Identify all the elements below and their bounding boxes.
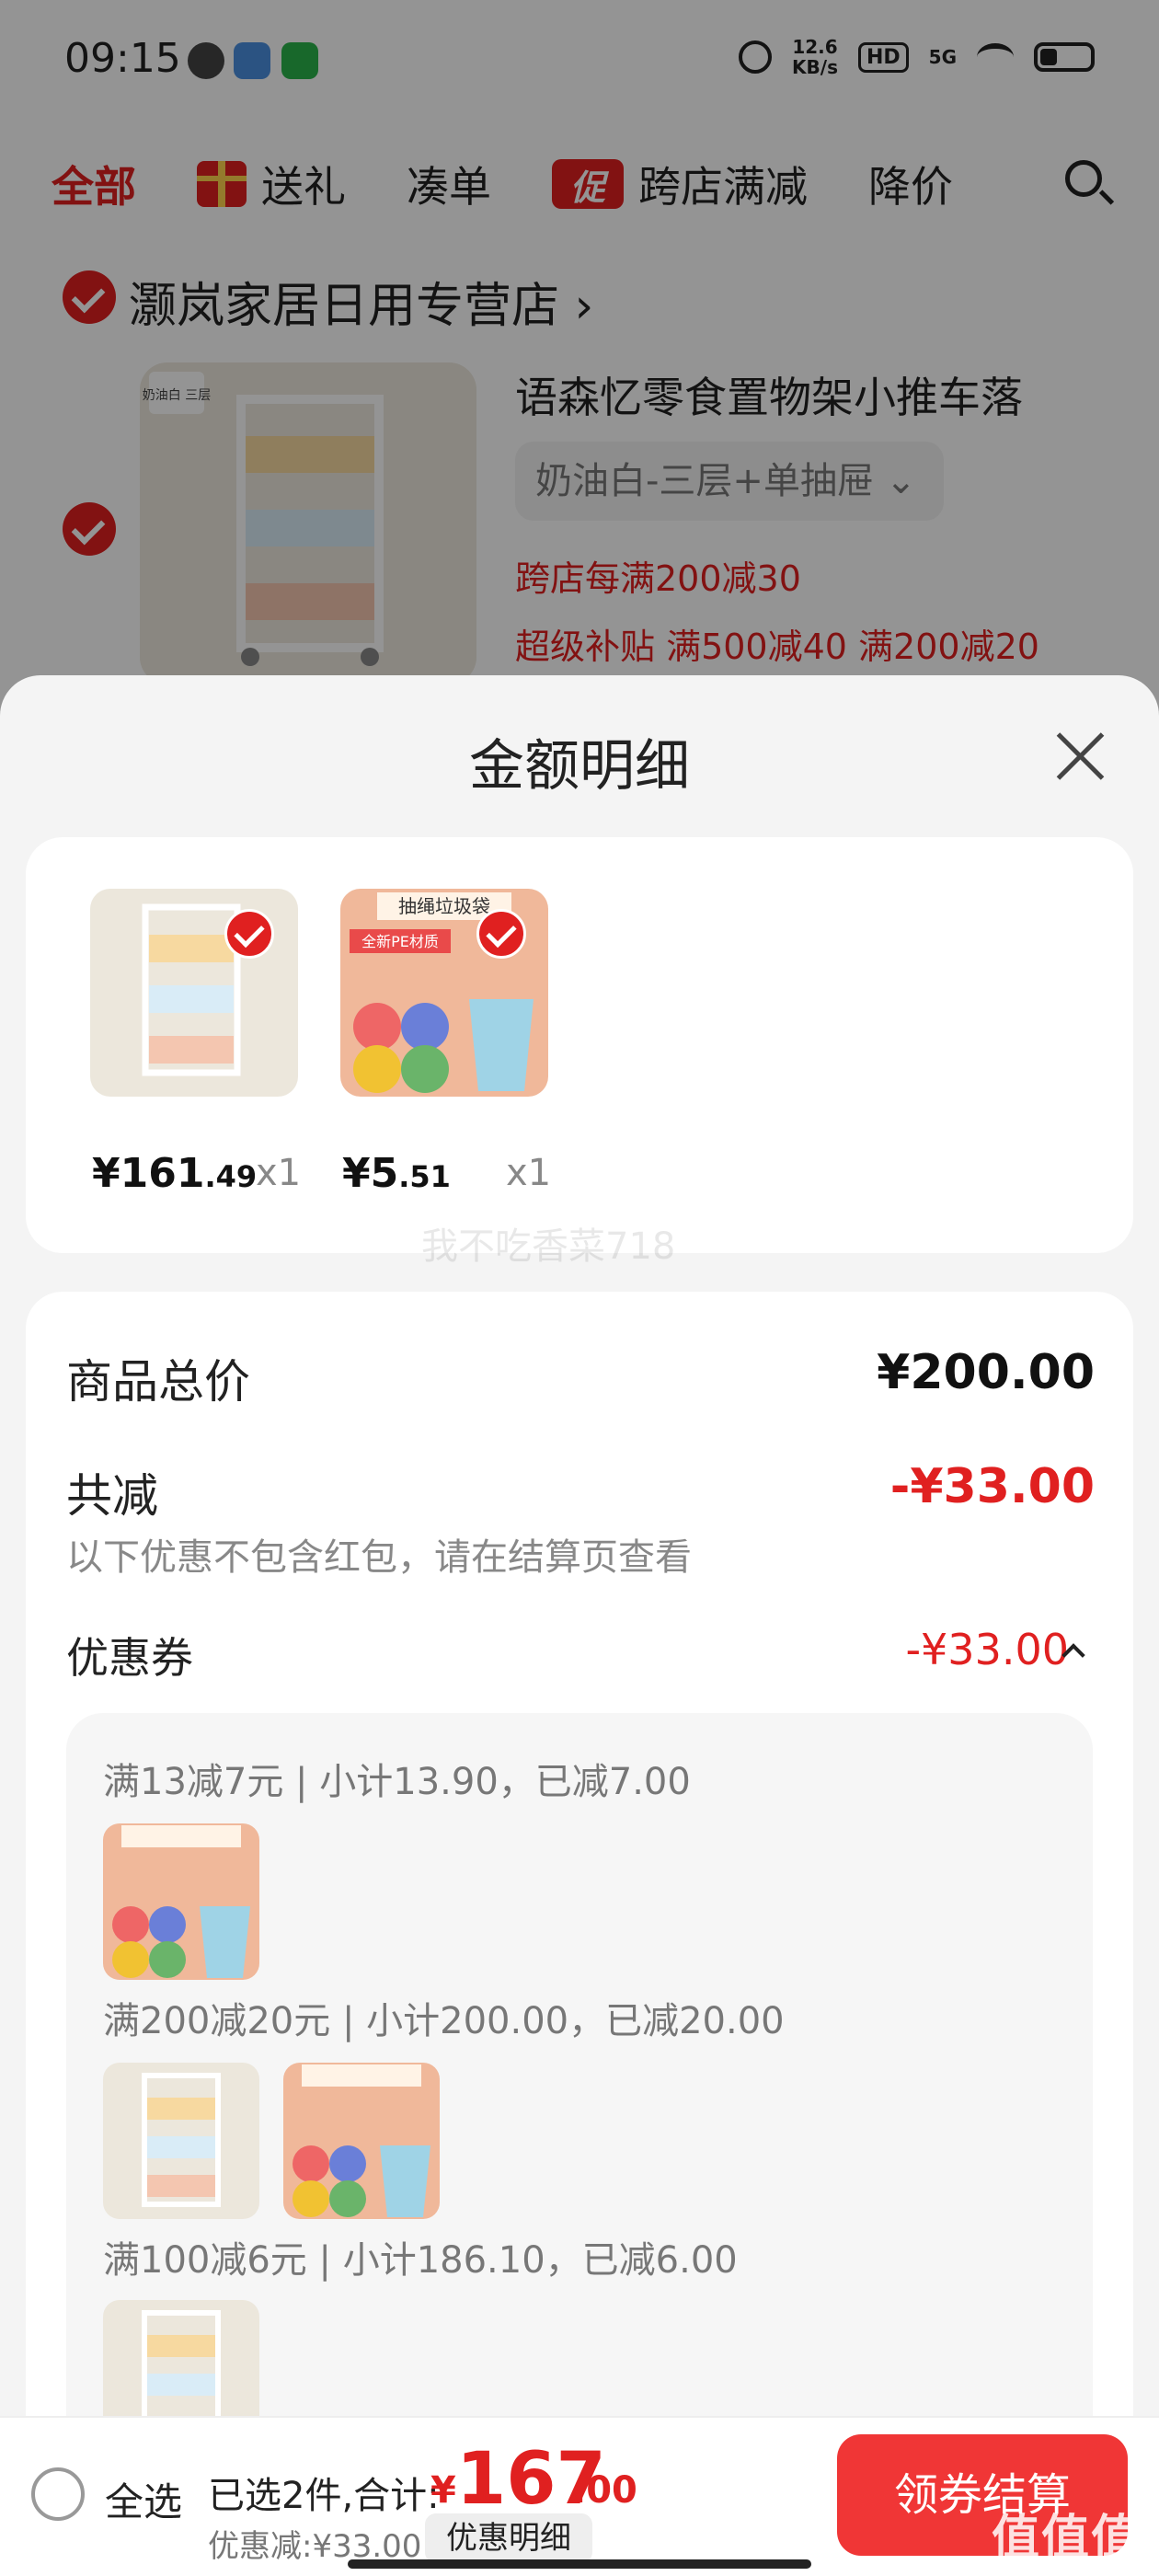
total-price-value: ¥200.00 [877,1345,1095,1400]
discount-detail-button[interactable]: 优惠明细 [425,2513,592,2563]
coupon-value[interactable]: -¥33.00 [905,1625,1069,1674]
item-price-cents: .49 [204,1159,258,1194]
item-price: ¥161.49 [92,1150,257,1197]
item-thumb-check[interactable] [476,909,526,959]
item-thumb-check[interactable] [224,909,274,959]
site-url: zhizhizhi.com [1019,2554,1131,2573]
reduction-label: 共减 [66,1469,158,1523]
close-icon[interactable] [1052,729,1107,784]
reduction-value: -¥33.00 [889,1459,1095,1514]
coupon-item-shelf [103,2063,259,2219]
item-price-main: ¥161 [92,1150,205,1197]
total-currency: ¥ [430,2469,456,2512]
item-price-cents: .51 [398,1159,451,1194]
coupon-rule-line: 满200减20元 | 小计200.00，已减20.00 [103,2000,785,2042]
selected-count-text: 已选2件,合计: [208,2475,440,2517]
total-price-label: 商品总价 [66,1355,250,1409]
home-indicator[interactable] [348,2559,811,2569]
total-cents: .00 [572,2469,637,2512]
item-qty: x1 [506,1152,552,1194]
trash-bag-caption: 抽绳垃圾袋 [398,895,490,917]
item-qty: x1 [256,1152,302,1194]
coupon-rule-line: 满13减7元 | 小计13.90，已减7.00 [103,1761,691,1803]
discount-note: 以下优惠不包含红包，请在结算页查看 [66,1536,692,1579]
item-price-main: ¥5 [342,1150,399,1197]
item-price: ¥5.51 [342,1150,451,1197]
select-all-radio[interactable] [31,2467,85,2521]
trash-bag-tag: 全新PE材质 [361,933,439,950]
coupon-item-trash-bags [103,1823,259,1980]
user-watermark: 我不吃香菜718 [421,1225,676,1268]
sheet-title: 金额明细 [469,734,690,799]
select-all-label[interactable]: 全选 [105,2471,182,2527]
coupon-item-trash-bags [283,2063,440,2219]
coupon-rule-line: 满100减6元 | 小计186.10，已减6.00 [103,2239,738,2282]
coupon-label: 优惠券 [66,1633,193,1683]
modal-overlay[interactable] [0,0,1159,736]
